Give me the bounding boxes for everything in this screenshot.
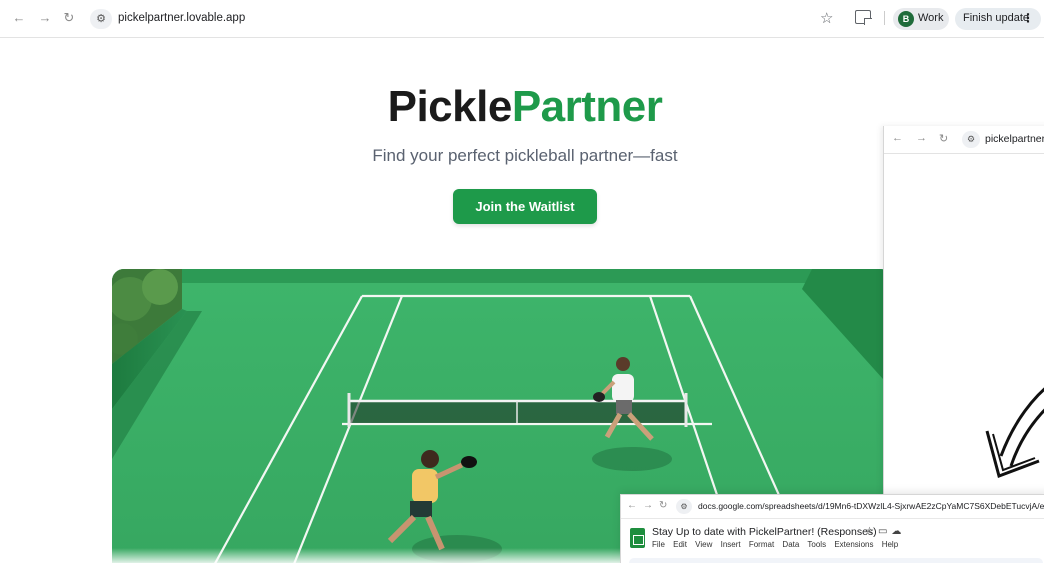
doc-action-icons[interactable]: ☆▭☁ — [865, 526, 905, 537]
page-bottom-fade — [0, 548, 620, 563]
sheets-address-url[interactable]: docs.google.com/spreadsheets/d/19Mn6-tDX… — [698, 501, 1044, 511]
site-settings-icon[interactable]: ⚙ — [676, 499, 692, 514]
menu-file[interactable]: File — [652, 540, 665, 549]
sheets-browser-window[interactable]: ← → ↻ ⚙ docs.google.com/spreadsheets/d/1… — [620, 494, 1044, 563]
forward-icon[interactable]: → — [916, 132, 927, 144]
reload-icon[interactable]: ↻ — [939, 132, 948, 145]
update-label: Finish update — [963, 12, 1030, 24]
drawn-arrow-icon — [985, 387, 1044, 478]
sheets-menu-bar: File Edit View Insert Format Data Tools … — [652, 540, 904, 549]
menu-kebab-icon[interactable]: ⋮ — [1022, 11, 1034, 25]
bookmark-star-icon[interactable]: ☆ — [820, 9, 833, 27]
toolbar-divider — [884, 11, 885, 25]
title-part-1: Pickle — [387, 82, 513, 131]
join-waitlist-button[interactable]: Join the Waitlist — [453, 189, 597, 224]
menu-insert[interactable]: Insert — [721, 540, 741, 549]
tab-search-icon[interactable] — [855, 10, 872, 25]
finish-update-button[interactable]: Finish update ⋮ — [955, 8, 1041, 30]
avatar: B — [898, 11, 914, 27]
google-sheets-icon[interactable] — [630, 528, 645, 548]
forward-icon[interactable]: → — [36, 9, 54, 27]
site-settings-icon[interactable]: ⚙ — [962, 131, 980, 148]
menu-help[interactable]: Help — [882, 540, 898, 549]
title-part-2: Partner — [511, 82, 663, 131]
menu-format[interactable]: Format — [749, 540, 774, 549]
spreadsheet-title[interactable]: Stay Up to date with PickelPartner! (Res… — [652, 526, 877, 538]
sheets-formatting-toolbar[interactable] — [629, 558, 1043, 563]
secondary-browser-window[interactable]: ← → ↻ ⚙ pickelpartner.l — [883, 126, 1044, 496]
address-url[interactable]: pickelpartner.lovable.app — [118, 12, 245, 24]
browser-toolbar: ← → ↻ ⚙ pickelpartner.lovable.app ☆ B Wo… — [0, 0, 1044, 38]
forward-icon[interactable]: → — [643, 500, 653, 511]
menu-extensions[interactable]: Extensions — [834, 540, 873, 549]
profile-label: Work — [918, 12, 944, 24]
menu-edit[interactable]: Edit — [673, 540, 687, 549]
back-icon[interactable]: ← — [892, 132, 903, 144]
menu-data[interactable]: Data — [782, 540, 799, 549]
menu-tools[interactable]: Tools — [807, 540, 826, 549]
address-bar[interactable]: ⚙ pickelpartner.lovable.app — [88, 7, 878, 31]
reload-icon[interactable]: ↻ — [60, 9, 78, 27]
page-title: PicklePartner — [0, 82, 1044, 132]
back-icon[interactable]: ← — [10, 9, 28, 27]
site-settings-icon[interactable]: ⚙ — [90, 9, 112, 29]
sheets-toolbar: ← → ↻ ⚙ docs.google.com/spreadsheets/d/1… — [621, 495, 1044, 519]
back-icon[interactable]: ← — [627, 500, 637, 511]
reload-icon[interactable]: ↻ — [659, 500, 667, 511]
secondary-address-url[interactable]: pickelpartner.l — [985, 133, 1044, 145]
secondary-toolbar: ← → ↻ ⚙ pickelpartner.l — [884, 126, 1044, 154]
menu-view[interactable]: View — [695, 540, 712, 549]
profile-button[interactable]: B Work — [893, 8, 949, 30]
